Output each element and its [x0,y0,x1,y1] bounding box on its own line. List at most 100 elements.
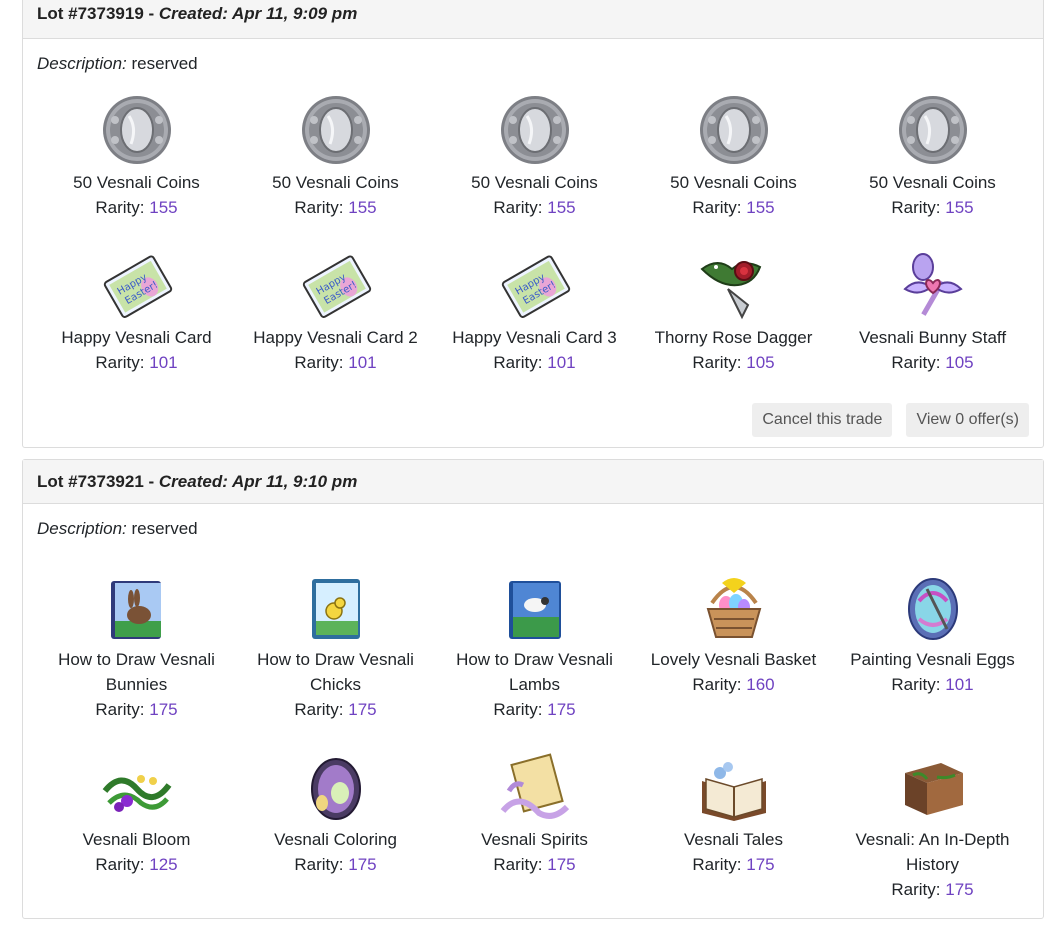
rarity-value: 175 [746,855,775,874]
item-rarity: Rarity: 155 [95,195,177,220]
item-rarity: Rarity: 175 [692,852,774,877]
item-rarity: Rarity: 155 [692,195,774,220]
painted-egg-icon [897,571,969,643]
rarity-label: Rarity: [692,855,747,874]
lot-description: Description: reserved [37,54,198,74]
silver-coin-icon [698,94,770,166]
trade-item: Vesnali Coloring Rarity: 175 [236,751,435,931]
trade-item: Happy Easter! Happy Vesnali Card 2 Rarity: … [236,249,435,404]
rarity-value: 125 [149,855,178,874]
easter-card-icon: Happy Easter! [499,249,571,321]
cancel-trade-button[interactable]: Cancel this trade [752,403,893,437]
rarity-value: 175 [149,700,178,719]
description-value: reserved [126,54,198,73]
rarity-value: 155 [547,198,576,217]
rarity-value: 101 [945,675,974,694]
rarity-value: 101 [547,353,576,372]
item-rarity: Rarity: 155 [891,195,973,220]
rarity-label: Rarity: [294,353,349,372]
item-name: Vesnali Coloring [274,830,397,849]
item-name: Thorny Rose Dagger [654,328,813,347]
silver-coin-icon [499,94,571,166]
rarity-value: 175 [547,700,576,719]
lot-created-time: Created: Apr 11, 9:10 pm [158,471,358,491]
trade-item: 50 Vesnali Coins Rarity: 155 [833,94,1032,249]
easter-card-icon: Happy Easter! [101,249,173,321]
header-separator: - [143,471,159,491]
rarity-value: 175 [945,880,974,899]
item-name: Happy Vesnali Card 3 [452,328,617,347]
trade-item: 50 Vesnali Coins Rarity: 155 [236,94,435,249]
item-name: Lovely Vesnali Basket [650,650,817,669]
description-label: Description: [37,519,127,538]
easter-card-icon: Happy Easter! [300,249,372,321]
description-value: reserved [126,519,198,538]
rarity-label: Rarity: [692,353,747,372]
item-rarity: Rarity: 101 [95,350,177,375]
item-rarity: Rarity: 101 [891,672,973,697]
silver-coin-icon [101,94,173,166]
lot-number: Lot #7373921 [37,471,144,491]
item-rarity: Rarity: 155 [294,195,376,220]
trade-item: 50 Vesnali Coins Rarity: 155 [435,94,634,249]
item-name: 50 Vesnali Coins [869,173,996,192]
rarity-label: Rarity: [891,198,946,217]
rarity-value: 155 [746,198,775,217]
lamb-book-icon [499,571,571,643]
item-name: Vesnali Bunny Staff [858,328,1007,347]
lot-description: Description: reserved [37,519,198,539]
rarity-value: 155 [348,198,377,217]
scroll-icon [499,751,571,823]
trade-item: Vesnali Tales Rarity: 175 [634,751,833,931]
silver-coin-icon [897,94,969,166]
item-rarity: Rarity: 175 [493,697,575,722]
item-rarity: Rarity: 105 [692,350,774,375]
item-rarity: Rarity: 101 [493,350,575,375]
rarity-label: Rarity: [692,198,747,217]
trade-item: Vesnali Spirits Rarity: 175 [435,751,634,931]
rarity-label: Rarity: [891,353,946,372]
trade-item: 50 Vesnali Coins Rarity: 155 [37,94,236,249]
item-rarity: Rarity: 175 [95,697,177,722]
rarity-value: 101 [149,353,178,372]
rarity-value: 175 [348,855,377,874]
item-name: Happy Vesnali Card [61,328,212,347]
flower-vine-icon [101,751,173,823]
coloring-egg-icon [300,751,372,823]
trade-item: Vesnali Bunny Staff Rarity: 105 [833,249,1032,404]
view-offers-button[interactable]: View 0 offer(s) [906,403,1029,437]
rarity-value: 105 [746,353,775,372]
item-name: Vesnali Spirits [481,830,588,849]
rarity-label: Rarity: [294,198,349,217]
rarity-value: 101 [348,353,377,372]
item-rarity: Rarity: 101 [294,350,376,375]
rarity-label: Rarity: [95,353,150,372]
lot-created-time: Created: Apr 11, 9:09 pm [158,4,358,23]
item-name: How to Draw Vesnali Bunnies [58,650,215,694]
item-name: Vesnali: An In-Depth History [855,830,1010,874]
item-rarity: Rarity: 155 [493,195,575,220]
rarity-label: Rarity: [891,880,946,899]
item-rarity: Rarity: 160 [692,672,774,697]
open-book-icon [698,751,770,823]
item-rarity: Rarity: 105 [891,350,973,375]
history-book-icon [897,751,969,823]
trade-item: How to Draw Vesnali Chicks Rarity: 175 [236,571,435,751]
trade-item: Painting Vesnali Eggs Rarity: 101 [833,571,1032,751]
lot-number: Lot #7373919 [37,4,144,23]
item-name: Painting Vesnali Eggs [850,650,1015,669]
item-name: Happy Vesnali Card 2 [253,328,418,347]
bunny-staff-icon [897,249,969,321]
trade-item: Happy Easter! Happy Vesnali Card 3 Rarity: … [435,249,634,404]
trade-item: How to Draw Vesnali Bunnies Rarity: 175 [37,571,236,751]
item-name: Vesnali Bloom [82,830,191,849]
rarity-label: Rarity: [95,700,150,719]
lot-actions: Cancel this trade View 0 offer(s) [752,403,1029,437]
rarity-label: Rarity: [891,675,946,694]
trade-item: Thorny Rose Dagger Rarity: 105 [634,249,833,404]
rarity-label: Rarity: [95,855,150,874]
item-name: 50 Vesnali Coins [670,173,797,192]
rarity-value: 160 [746,675,775,694]
item-rarity: Rarity: 175 [294,852,376,877]
item-name: 50 Vesnali Coins [471,173,598,192]
